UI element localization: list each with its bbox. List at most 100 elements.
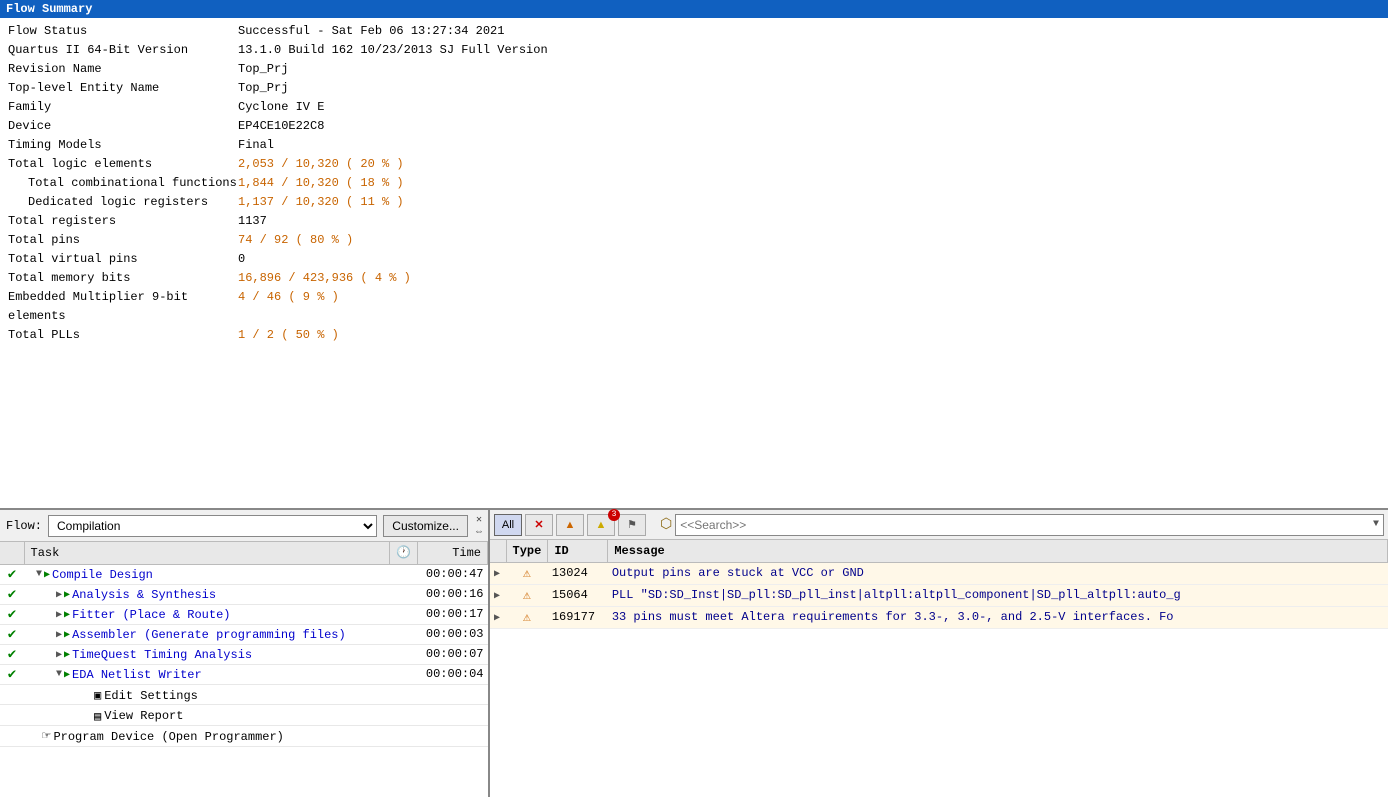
task-time-cell: 00:00:03 (418, 624, 488, 644)
task-name-cell[interactable]: ▣Edit Settings (24, 684, 390, 705)
table-row[interactable]: ✔▶▶Fitter (Place & Route)00:00:17 (0, 604, 488, 624)
check-icon: ✔ (8, 627, 16, 643)
msg-expand-cell[interactable]: ▶ (490, 584, 506, 606)
task-name-text: TimeQuest Timing Analysis (72, 648, 252, 662)
edit-settings-icon: ▣ (94, 688, 101, 703)
task-name-cell[interactable]: ☞Program Device (Open Programmer) (24, 725, 390, 747)
task-status-cell (0, 725, 24, 747)
error-filter-button[interactable]: ✕ (525, 514, 553, 536)
expand-icon[interactable]: ▶ (494, 613, 500, 624)
table-row[interactable]: ✔▶▶Analysis & Synthesis00:00:16 (0, 584, 488, 604)
task-status-cell: ✔ (0, 584, 24, 604)
search-bar: ▼ (675, 514, 1384, 536)
all-messages-button[interactable]: All (494, 514, 522, 536)
table-row[interactable]: ▣Edit Settings (0, 684, 488, 705)
task-name-cell[interactable]: ▼▶EDA Netlist Writer (24, 664, 390, 684)
extra-filter-button[interactable]: ⚑ (618, 514, 646, 536)
summary-label: Flow Status (8, 22, 238, 41)
task-name-text: View Report (104, 709, 183, 723)
task-status-cell: ✔ (0, 664, 24, 684)
summary-label: Embedded Multiplier 9-bit elements (8, 288, 238, 326)
program-device-icon: ☞ (42, 728, 50, 745)
expand-icon[interactable]: ▶ (494, 591, 500, 602)
clock-col-header: 🕐 (390, 542, 418, 564)
summary-value: EP4CE10E22C8 (238, 117, 324, 136)
summary-value: Final (238, 136, 274, 155)
summary-label: Timing Models (8, 136, 238, 155)
table-row[interactable]: ✔ ▶▶Assembler (Generate programming files… (0, 624, 488, 644)
task-time-cell (418, 684, 488, 705)
summary-row: FamilyCyclone IV E (8, 98, 1380, 117)
summary-value: 1,137 / 10,320 ( 11 % ) (238, 193, 404, 212)
summary-row: Flow StatusSuccessful - Sat Feb 06 13:27… (8, 22, 1380, 41)
task-name-cell[interactable]: ▤View Report (24, 705, 390, 726)
msg-id-cell: 13024 (548, 562, 608, 584)
task-table-container: Task 🕐 Time ✔▼▶Compile Design00:00:47✔▶▶… (0, 542, 488, 797)
task-name-cell[interactable]: ▶▶Analysis & Synthesis (24, 584, 390, 604)
summary-row: Timing ModelsFinal (8, 136, 1380, 155)
msg-expand-cell[interactable]: ▶ (490, 562, 506, 584)
table-row[interactable]: ✔▼▶EDA Netlist Writer00:00:04 (0, 664, 488, 684)
customize-button[interactable]: Customize... (383, 515, 468, 537)
task-name-text: Edit Settings (104, 689, 198, 703)
search-dropdown-icon[interactable]: ▼ (1373, 519, 1379, 530)
list-item[interactable]: ▶⚠16917733 pins must meet Altera require… (490, 606, 1388, 628)
status-col-header (0, 542, 24, 564)
table-row[interactable]: ▤View Report (0, 705, 488, 726)
msg-id-cell: 15064 (548, 584, 608, 606)
summary-row: Top-level Entity NameTop_Prj (8, 79, 1380, 98)
task-name-cell[interactable]: ▼▶Compile Design (24, 564, 390, 584)
expand-right-icon[interactable]: ▶ (56, 589, 62, 601)
id-col-header: ID (548, 540, 608, 562)
clock-icon: 🕐 (396, 546, 411, 560)
summary-value: 1 / 2 ( 50 % ) (238, 326, 339, 345)
expand-right-icon[interactable]: ▶ (56, 629, 62, 641)
clock-cell (390, 664, 418, 684)
msg-text-cell: PLL "SD:SD_Inst|SD_pll:SD_pll_inst|altpl… (608, 584, 1388, 606)
task-status-cell (0, 705, 24, 726)
check-icon: ✔ (8, 567, 16, 583)
expand-right-icon[interactable]: ▶ (56, 649, 62, 661)
play-icon: ▶ (64, 609, 70, 621)
task-name-text: EDA Netlist Writer (72, 668, 202, 682)
expand-down-icon[interactable]: ▼ (36, 569, 42, 580)
warning-icon: ⚠ (523, 588, 531, 603)
play-icon: ▶ (64, 629, 70, 641)
clock-cell (390, 725, 418, 747)
summary-row: DeviceEP4CE10E22C8 (8, 117, 1380, 136)
summary-row: Total logic elements2,053 / 10,320 ( 20 … (8, 155, 1380, 174)
expand-right-icon[interactable]: ▶ (56, 609, 62, 621)
summary-label: Total pins (8, 231, 238, 250)
list-item[interactable]: ▶ ⚠ 15064PLL "SD:SD_Inst|SD_pll:SD_pll_ins… (490, 584, 1388, 606)
type-col-header: Type (506, 540, 548, 562)
task-time-cell: 00:00:07 (418, 644, 488, 664)
summary-row: Total pins74 / 92 ( 80 % ) (8, 231, 1380, 250)
summary-value: Successful - Sat Feb 06 13:27:34 2021 (238, 22, 504, 41)
flow-select[interactable]: Compilation (48, 515, 377, 537)
task-name-cell[interactable]: ▶▶Fitter (Place & Route) (24, 604, 390, 624)
check-icon: ✔ (8, 667, 16, 683)
table-row[interactable]: ✔▶▶TimeQuest Timing Analysis00:00:07 (0, 644, 488, 664)
search-input[interactable] (680, 518, 1373, 532)
table-row[interactable]: ☞Program Device (Open Programmer) (0, 725, 488, 747)
time-col-header: Time (418, 542, 488, 564)
summary-label: Total combinational functions (8, 174, 238, 193)
compilation-panel: Flow: Compilation Customize... ✕ ⇔ Task … (0, 510, 490, 797)
flow-bar: Flow: Compilation Customize... ✕ ⇔ (0, 510, 488, 542)
task-name-cell[interactable]: ▶▶TimeQuest Timing Analysis (24, 644, 390, 664)
expand-icon[interactable]: ▶ (494, 569, 500, 580)
panel-collapse-icon[interactable]: ✕ (476, 514, 482, 526)
flow-summary-panel: Flow Summary Flow StatusSuccessful - Sat… (0, 0, 1388, 510)
warning-filter-button[interactable]: ▲ (556, 514, 584, 536)
expand-down-icon[interactable]: ▼ (56, 669, 62, 680)
summary-value: Cyclone IV E (238, 98, 324, 117)
msg-expand-cell[interactable]: ▶ (490, 606, 506, 628)
summary-label: Dedicated logic registers (8, 193, 238, 212)
check-icon: ✔ (8, 607, 16, 623)
list-item[interactable]: ▶⚠13024Output pins are stuck at VCC or G… (490, 562, 1388, 584)
panel-resize-icon[interactable]: ⇔ (476, 527, 482, 538)
table-row[interactable]: ✔▼▶Compile Design00:00:47 (0, 564, 488, 584)
info-badge: ▲ 3 (587, 514, 615, 536)
task-time-cell (418, 705, 488, 726)
task-name-cell[interactable]: ▶▶Assembler (Generate programming files) (24, 624, 390, 644)
